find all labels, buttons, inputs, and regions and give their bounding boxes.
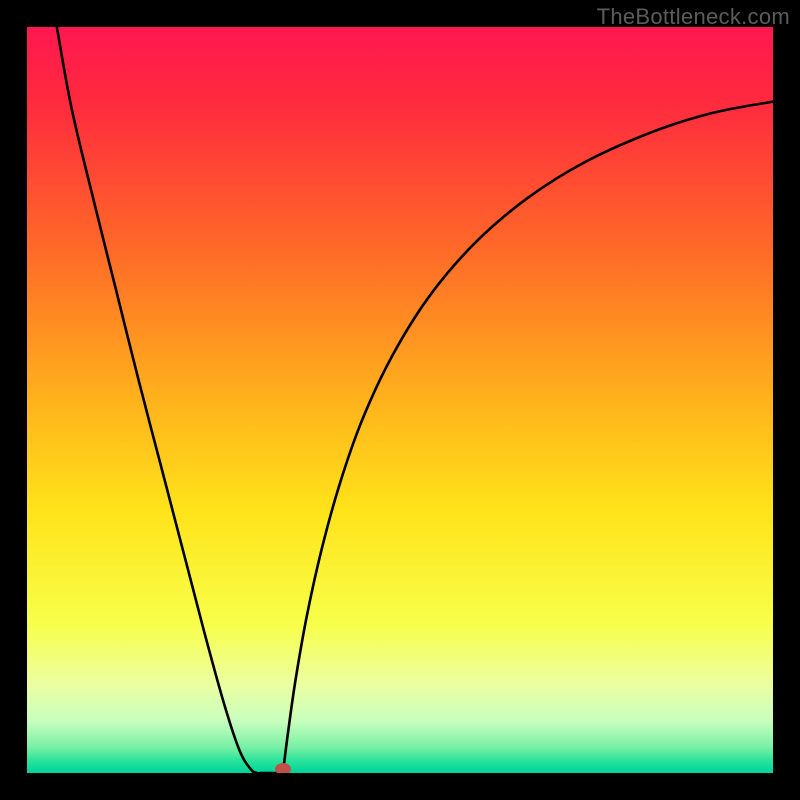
right-limb-path	[283, 102, 773, 773]
curve-layer	[27, 27, 773, 773]
left-limb-path	[57, 27, 281, 773]
watermark-text: TheBottleneck.com	[597, 4, 790, 30]
minimum-marker	[275, 763, 291, 773]
chart-frame: TheBottleneck.com	[0, 0, 800, 800]
plot-area	[27, 27, 773, 773]
